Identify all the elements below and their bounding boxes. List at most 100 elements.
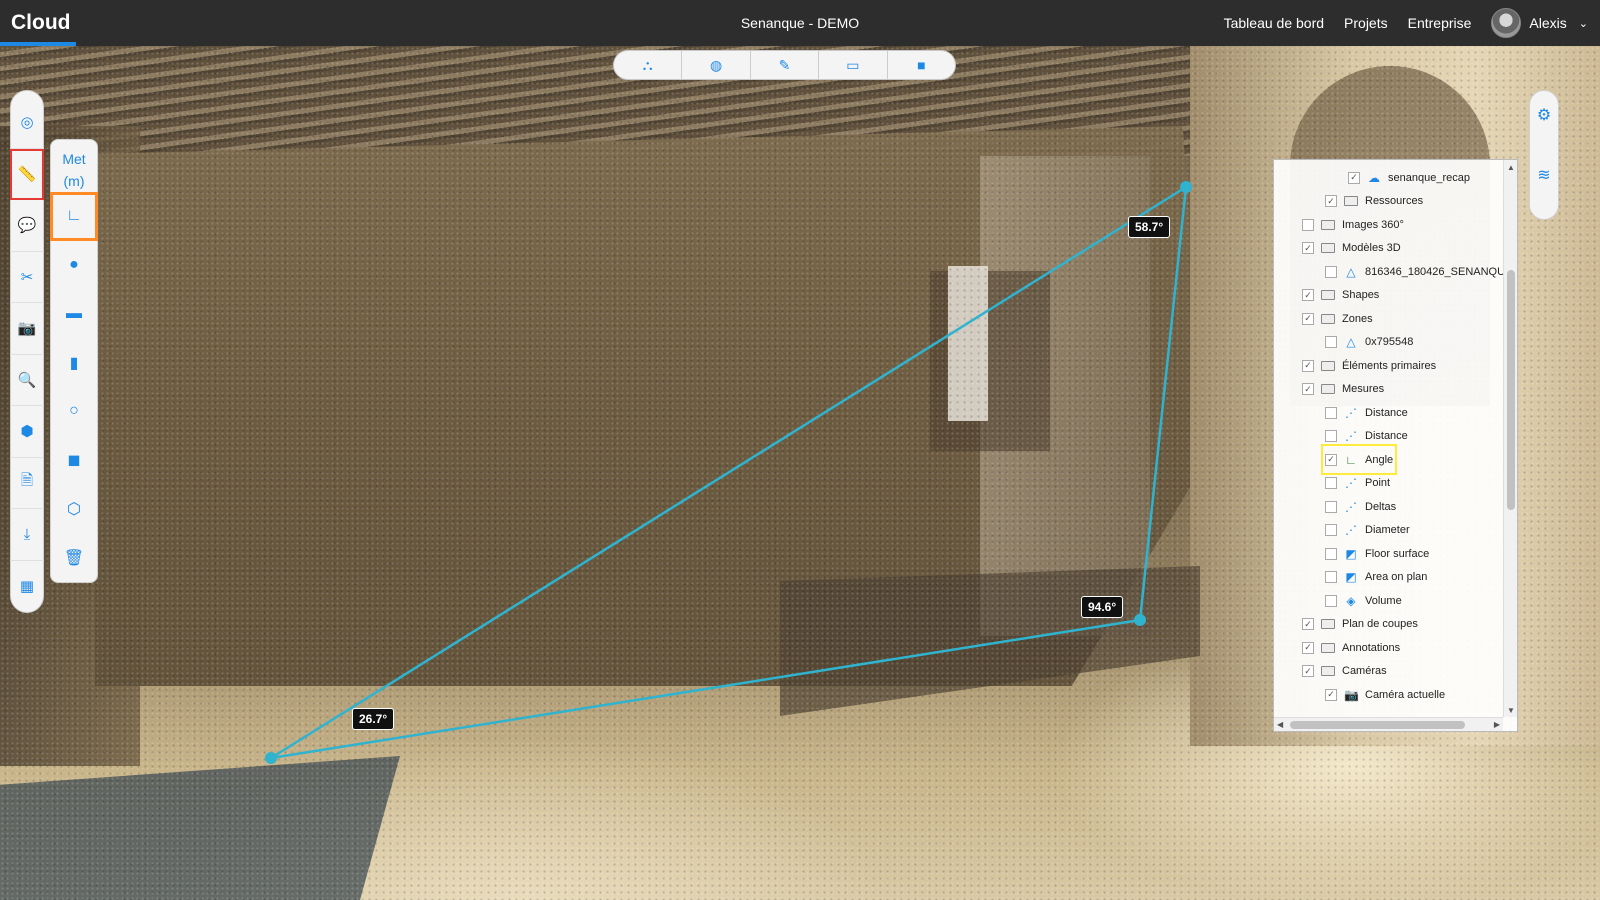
trash-icon[interactable]: 🗑 xyxy=(50,533,98,582)
tree-item[interactable]: ✓ 📷 Caméra actuelle xyxy=(1325,683,1445,706)
tree-item[interactable]: ✓ Modèles 3D xyxy=(1302,237,1401,260)
distance-tool-icon[interactable]: ▬ xyxy=(50,290,98,339)
area-tool-icon[interactable]: ◼ xyxy=(50,436,98,485)
tree-item[interactable]: ⋰ Deltas xyxy=(1325,495,1396,518)
volume-tool-icon[interactable]: ⬡ xyxy=(50,485,98,534)
visibility-checkbox[interactable] xyxy=(1325,500,1337,513)
visibility-checkbox[interactable] xyxy=(1325,524,1337,536)
measure-point-left[interactable] xyxy=(265,752,277,764)
scroll-right-icon[interactable]: ▶ xyxy=(1494,720,1500,729)
angle-label-right: 94.6° xyxy=(1081,596,1124,618)
visibility-checkbox[interactable]: ✓ xyxy=(1302,359,1314,372)
tree-item[interactable]: △ 0x795548 xyxy=(1325,331,1413,354)
tree-item[interactable]: ✓ ∟ Angle xyxy=(1320,444,1398,475)
horizontal-scroll-thumb[interactable] xyxy=(1290,721,1465,729)
visibility-checkbox[interactable] xyxy=(1325,547,1337,560)
visibility-checkbox[interactable]: ✓ xyxy=(1302,289,1314,301)
scroll-up-icon[interactable]: ▲ xyxy=(1507,163,1515,172)
visibility-checkbox[interactable] xyxy=(1325,571,1337,583)
circle-tool-icon[interactable]: ○ xyxy=(50,387,98,436)
brand-logo[interactable]: Cloud xyxy=(0,0,76,46)
measure-point-top[interactable] xyxy=(1180,181,1192,193)
tree-item[interactable]: Images 360° xyxy=(1302,213,1404,236)
globe-icon[interactable]: ◍ xyxy=(682,51,751,79)
tree-item[interactable]: ✓ Mesures xyxy=(1302,378,1384,401)
brush-icon[interactable]: ✎ xyxy=(751,51,820,79)
scroll-left-icon[interactable]: ◀ xyxy=(1277,720,1283,729)
tree-item[interactable]: ✓ Plan de coupes xyxy=(1302,613,1418,636)
visibility-checkbox[interactable]: ✓ xyxy=(1348,171,1360,184)
scissors-icon[interactable]: ✂ xyxy=(10,252,44,303)
nav-projects[interactable]: Projets xyxy=(1344,15,1388,31)
tree-item[interactable]: ✓ Zones xyxy=(1302,307,1373,330)
tree-item[interactable]: ✓ Annotations xyxy=(1302,636,1400,659)
top-bar: Cloud Senanque - DEMO Tableau de bord Pr… xyxy=(0,0,1600,46)
tree-item[interactable]: ✓ Caméras xyxy=(1302,660,1387,683)
visibility-checkbox[interactable]: ✓ xyxy=(1302,312,1314,325)
panel-toolbar: ⚙ ≋ xyxy=(1529,90,1559,220)
visibility-checkbox[interactable]: ✓ xyxy=(1325,195,1337,207)
layers-icon[interactable]: ≋ xyxy=(1537,165,1550,185)
visibility-checkbox[interactable] xyxy=(1325,594,1337,607)
measure-point-right[interactable] xyxy=(1134,614,1146,626)
tree-item[interactable]: ◈ Volume xyxy=(1325,589,1402,612)
unit-label[interactable]: Met (m) xyxy=(62,148,85,192)
nav-company[interactable]: Entreprise xyxy=(1408,15,1472,31)
visibility-checkbox[interactable] xyxy=(1302,218,1314,231)
point-tool-icon[interactable]: ● xyxy=(50,241,98,290)
folder-icon xyxy=(1321,666,1335,676)
scroll-down-icon[interactable]: ▼ xyxy=(1507,706,1515,715)
height-tool-icon[interactable]: ▮ xyxy=(50,338,98,387)
square-icon[interactable]: ■ xyxy=(888,51,955,79)
tree-item-label: Distance xyxy=(1365,406,1408,419)
visibility-checkbox[interactable]: ✓ xyxy=(1302,383,1314,395)
nav-dashboard[interactable]: Tableau de bord xyxy=(1224,15,1324,31)
search-icon[interactable]: 🔍 xyxy=(10,355,44,406)
tree-item[interactable]: ⋰ Distance xyxy=(1325,401,1408,424)
vertical-scroll-thumb[interactable] xyxy=(1507,270,1515,510)
visibility-checkbox[interactable] xyxy=(1325,336,1337,348)
tree-item-label: Annotations xyxy=(1342,641,1401,654)
visibility-checkbox[interactable]: ✓ xyxy=(1325,688,1337,701)
vertical-scrollbar[interactable]: ▲ ▼ xyxy=(1503,160,1517,717)
user-menu[interactable]: Alexis ⌄ xyxy=(1491,8,1588,38)
binoculars-icon[interactable]: ⛬ xyxy=(614,51,683,79)
tree-item[interactable]: ⋰ Distance xyxy=(1325,425,1408,448)
camera-icon[interactable]: 📷 xyxy=(10,303,44,355)
visibility-checkbox[interactable]: ✓ xyxy=(1302,618,1314,630)
vr-headset-icon[interactable]: ▭ xyxy=(819,51,888,79)
visibility-checkbox[interactable]: ✓ xyxy=(1302,242,1314,254)
compass-icon[interactable]: ◎ xyxy=(10,97,44,149)
visibility-checkbox[interactable]: ✓ xyxy=(1302,641,1314,654)
visibility-checkbox[interactable]: ✓ xyxy=(1302,665,1314,677)
tree-item[interactable]: ✓ ☁ senanque_recap xyxy=(1348,166,1470,189)
visibility-checkbox[interactable] xyxy=(1325,477,1337,489)
download-icon[interactable]: ⤓ xyxy=(10,509,44,561)
tree-item[interactable]: ⋰ Diameter xyxy=(1325,519,1410,542)
tree-item[interactable]: ✓ Éléments primaires xyxy=(1302,354,1436,377)
tree-item[interactable]: ✓ Shapes xyxy=(1302,284,1379,307)
folder-icon xyxy=(1321,243,1335,253)
ruler-icon[interactable]: 📏 xyxy=(10,148,44,200)
tree-item-label: Shapes xyxy=(1342,289,1380,301)
tree-item[interactable]: ◩ Floor surface xyxy=(1325,542,1429,565)
volume-icon: ◈ xyxy=(1346,593,1356,608)
visibility-checkbox[interactable] xyxy=(1325,430,1337,442)
tree-item[interactable]: ◩ Area on plan xyxy=(1325,566,1427,589)
tree-item[interactable]: ⋰ Point xyxy=(1325,472,1390,495)
tree-item[interactable]: △ 816346_180426_SENANQUE xyxy=(1325,260,1503,283)
measure-icon: ⋰ xyxy=(1345,476,1357,490)
cube-icon[interactable]: ⬢ xyxy=(10,406,44,458)
file-icon[interactable]: 🗎 xyxy=(10,458,44,509)
visibility-checkbox[interactable]: ✓ xyxy=(1325,453,1337,466)
grid-icon[interactable]: ▦ xyxy=(10,561,44,612)
horizontal-scrollbar[interactable]: ◀ ▶ xyxy=(1274,717,1503,731)
tree-item-label: Angle xyxy=(1365,453,1394,466)
visibility-checkbox[interactable] xyxy=(1325,406,1337,419)
tree-item[interactable]: ✓ Ressources xyxy=(1325,190,1423,213)
angle-tool-icon[interactable]: ∟ xyxy=(50,192,98,241)
visibility-checkbox[interactable] xyxy=(1325,265,1337,278)
tree-item-label: Point xyxy=(1365,477,1391,489)
comment-icon[interactable]: 💬 xyxy=(10,200,44,252)
settings-icon[interactable]: ⚙ xyxy=(1537,105,1551,125)
